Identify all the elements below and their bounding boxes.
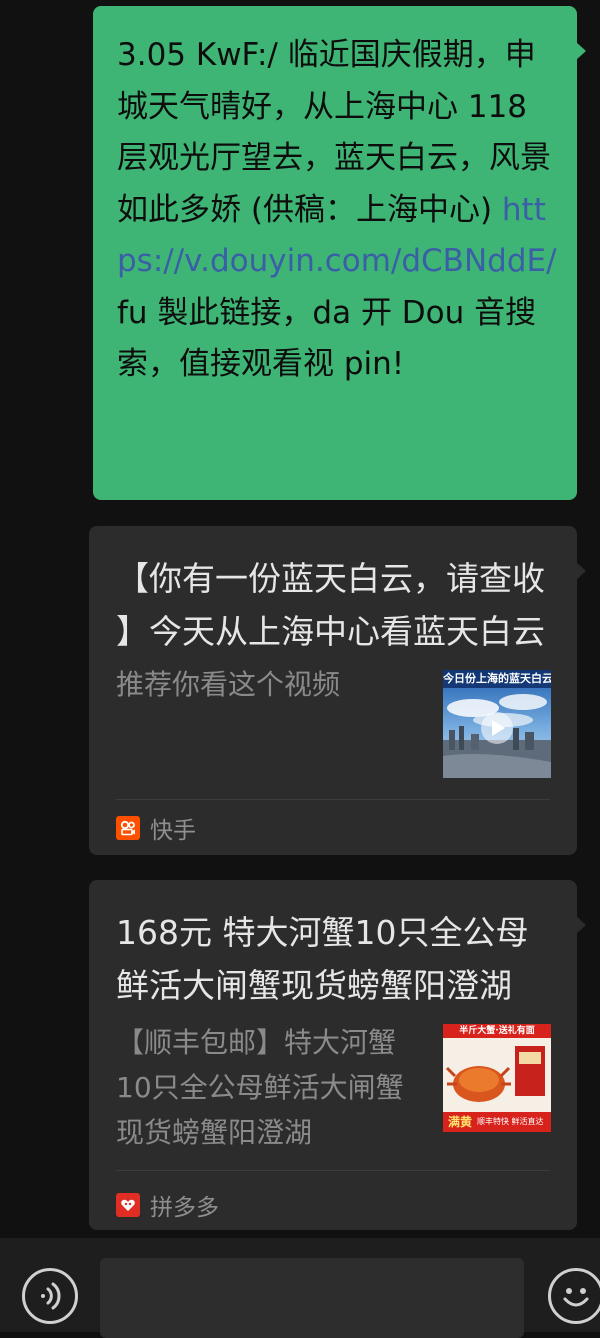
card-divider <box>116 1170 550 1171</box>
source-name: 拼多多 <box>150 1195 219 1221</box>
thumbnail-badge: 满黄 <box>447 1115 472 1129</box>
message-input[interactable] <box>100 1258 524 1338</box>
card-title: 168元 特大河蟹10只全公母鲜活大闸蟹现货螃蟹阳澄湖 <box>116 913 529 1005</box>
message-text: 3.05 KwF:/ 临近国庆假期，申城天气晴好，从上海中心 118 层观光厅望… <box>117 37 551 228</box>
pinduoduo-icon <box>116 1193 140 1217</box>
message-text-tail: fu 製此链接，da 开 Dou 音搜索，值接观看视 pin! <box>117 294 537 383</box>
thumbnail-top-text: 半斤大蟹·送礼有面 <box>459 1026 535 1036</box>
source-name: 快手 <box>150 818 196 844</box>
card-title: 【你有一份蓝天白云，请查收 】今天从上海中心看蓝天白云 <box>116 559 545 651</box>
card-thumbnail: 半斤大蟹·送礼有面 满黄 顺丰特快 鲜活直达 <box>443 1024 551 1132</box>
card-thumbnail: 今日份上海的蓝天白云 <box>443 670 551 778</box>
voice-icon[interactable] <box>22 1268 78 1324</box>
card-description: 【顺丰包邮】特大河蟹10只全公母鲜活大闸蟹现货螃蟹阳澄湖 <box>116 1026 404 1149</box>
kuaishou-icon <box>116 816 140 840</box>
thumbnail-caption: 今日份上海的蓝天白云 <box>443 672 551 685</box>
card-description: 推荐你看这个视频 <box>116 668 341 701</box>
input-bar <box>0 1238 600 1338</box>
link-card-pinduoduo[interactable]: 168元 特大河蟹10只全公母鲜活大闸蟹现货螃蟹阳澄湖 【顺丰包邮】特大河蟹10… <box>89 880 586 1230</box>
emoji-icon[interactable] <box>548 1268 600 1324</box>
outgoing-message-bubble[interactable]: 3.05 KwF:/ 临近国庆假期，申城天气晴好，从上海中心 118 层观光厅望… <box>93 6 586 500</box>
card-source: 快手 <box>116 813 196 844</box>
link-card-kuaishou[interactable]: 【你有一份蓝天白云，请查收 】今天从上海中心看蓝天白云 推荐你看这个视频 今日份… <box>89 526 586 855</box>
card-divider <box>116 799 550 800</box>
chat-area[interactable]: 3.05 KwF:/ 临近国庆假期，申城天气晴好，从上海中心 118 层观光厅望… <box>0 0 600 1238</box>
thumbnail-bottom-text: 顺丰特快 鲜活直达 <box>477 1117 544 1126</box>
card-source: 拼多多 <box>116 1190 219 1221</box>
